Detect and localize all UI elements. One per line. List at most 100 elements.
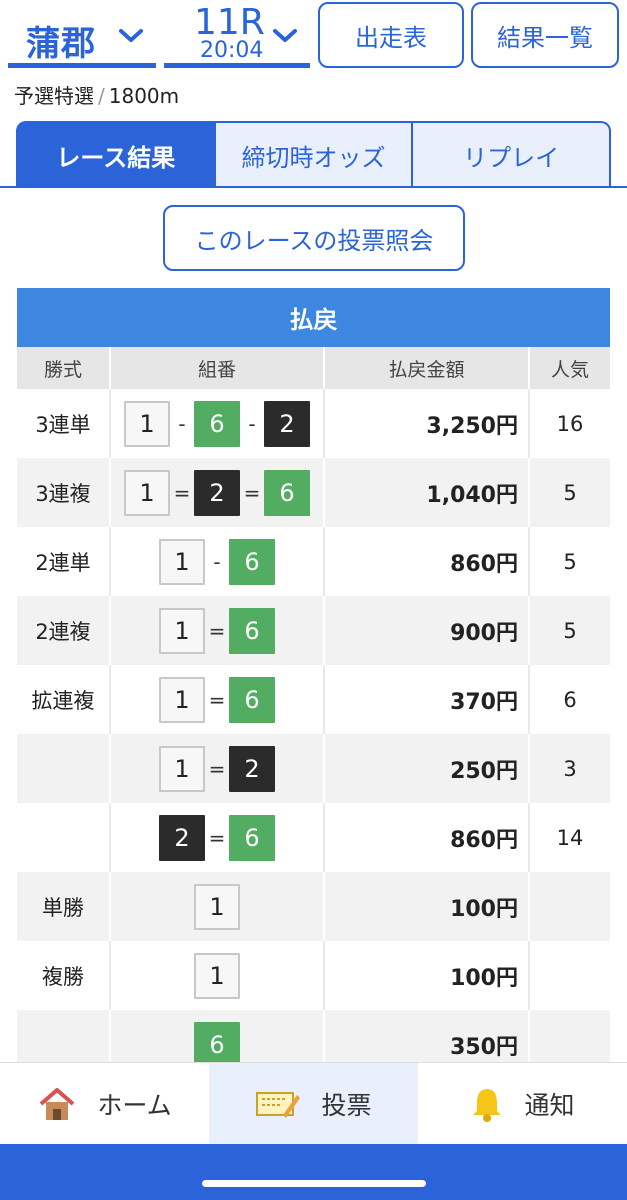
table-row: 3連複 1 = 2 = 6 1,040円 5 <box>17 458 610 527</box>
table-row: 拡連複 1 = 6 370円 6 <box>17 665 610 734</box>
race-selector[interactable]: 11R 20:04 <box>164 2 310 68</box>
nav-vote[interactable]: 投票 <box>209 1063 418 1144</box>
popularity <box>528 872 610 941</box>
bet-type: 2連複 <box>17 596 110 665</box>
race-distance: 1800m <box>108 84 180 108</box>
boat-number-badge: 6 <box>194 400 240 447</box>
combination: 1 = 2 <box>109 734 324 803</box>
boat-number-badge: 6 <box>229 538 275 585</box>
popularity <box>528 941 610 1010</box>
race-type: 予選特選 <box>14 84 94 108</box>
boat-number-badge: 2 <box>229 745 275 792</box>
header-popularity: 人気 <box>528 347 610 389</box>
header-payout-amount: 払戻金額 <box>323 347 529 389</box>
popularity: 16 <box>528 389 610 458</box>
boat-number-badge: 2 <box>264 400 310 447</box>
combination: 2 = 6 <box>109 803 324 872</box>
combo-separator: = <box>208 825 226 850</box>
tab-underline <box>0 186 627 188</box>
home-indicator[interactable] <box>202 1180 426 1187</box>
combo-separator: = <box>208 756 226 781</box>
tab-closing-odds[interactable]: 締切時オッズ <box>215 121 414 187</box>
bet-type <box>17 734 110 803</box>
table-row: 複勝 1 100円 <box>17 941 610 1010</box>
table-row: 2連複 1 = 6 900円 5 <box>17 596 610 665</box>
payout-amount: 100円 <box>323 872 529 941</box>
bet-type: 単勝 <box>17 872 110 941</box>
table-row: 単勝 1 100円 <box>17 872 610 941</box>
boat-number-badge: 1 <box>159 676 205 723</box>
payout-rows: 3連単 1-6-2 3,250円 16 3連複 1 = 2 = 6 1,040円 5 2連単 1-6 860… <box>17 389 610 1079</box>
bet-type: 3連単 <box>35 412 91 437</box>
payout-amount: 250円 <box>323 734 529 803</box>
boat-number-badge: 6 <box>229 814 275 861</box>
nav-vote-label: 投票 <box>321 1090 372 1120</box>
nav-notification[interactable]: 通知 <box>418 1063 627 1144</box>
combination: 1 <box>109 872 324 941</box>
combination: 1 = 6 <box>109 665 324 734</box>
chevron-down-icon <box>273 29 297 42</box>
chevron-down-icon <box>119 29 143 42</box>
race-info: 予選特選/1800m <box>14 80 179 109</box>
bet-type <box>17 803 110 872</box>
vote-inquiry-button[interactable]: このレースの投票照会 <box>163 205 465 271</box>
bottom-nav: ホーム 投票 通知 <box>0 1062 627 1144</box>
nav-home-label: ホーム <box>97 1090 172 1120</box>
combo-separator: = <box>208 618 226 643</box>
race-time: 20:04 <box>200 38 264 63</box>
system-bar <box>0 1144 627 1200</box>
combination: 1-6-2 <box>109 389 324 458</box>
header-combination: 組番 <box>109 347 324 389</box>
entry-list-button[interactable]: 出走表 <box>318 2 464 68</box>
combination: 1 = 6 <box>109 596 324 665</box>
popularity: 6 <box>528 665 610 734</box>
venue-name: 蒲郡 <box>26 24 96 64</box>
popularity: 5 <box>528 527 610 596</box>
bet-type: 2連単 <box>35 550 91 575</box>
table-row: 1 = 2 250円 3 <box>17 734 610 803</box>
tab-race-result[interactable]: レース結果 <box>16 121 216 187</box>
payout-amount: 860円 <box>323 527 529 596</box>
tab-replay[interactable]: リプレイ <box>413 121 612 187</box>
boat-number-badge: 2 <box>194 469 240 516</box>
table-header-row: 勝式 組番 払戻金額 人気 <box>17 347 610 389</box>
combo-separator: = <box>173 480 191 505</box>
boat-number-badge: 1 <box>159 745 205 792</box>
combo-separator: - <box>213 549 221 574</box>
separator: / <box>98 84 105 108</box>
nav-home[interactable]: ホーム <box>0 1063 209 1144</box>
header: 蒲郡 11R 20:04 出走表 結果一覧 <box>0 0 627 80</box>
boat-number-badge: 1 <box>159 607 205 654</box>
boat-number-badge: 1 <box>159 538 205 585</box>
combo-separator: = <box>243 480 261 505</box>
payout-title: 払戻 <box>17 288 610 347</box>
header-bet-type: 勝式 <box>17 347 110 389</box>
boat-number-badge: 1 <box>124 469 170 516</box>
ticket-pen-icon <box>256 1091 301 1118</box>
payout-amount: 1,040円 <box>323 458 529 527</box>
table-row: 2連単 1-6 860円 5 <box>17 527 610 596</box>
boat-number-badge: 6 <box>229 607 275 654</box>
race-number: 11R <box>194 2 265 43</box>
bet-type: 3連複 <box>17 458 110 527</box>
payout-amount: 3,250円 <box>323 389 529 458</box>
payout-amount: 370円 <box>323 665 529 734</box>
payout-amount: 900円 <box>323 596 529 665</box>
venue-selector[interactable]: 蒲郡 <box>8 6 156 68</box>
bet-type: 複勝 <box>42 964 84 989</box>
results-list-button[interactable]: 結果一覧 <box>471 2 619 68</box>
combo-separator: - <box>248 411 256 436</box>
boat-number-badge: 2 <box>159 814 205 861</box>
combo-separator: - <box>178 411 186 436</box>
boat-number-badge: 1 <box>124 400 170 447</box>
popularity: 5 <box>528 458 610 527</box>
boat-number-badge: 1 <box>194 952 240 999</box>
bet-type: 拡連複 <box>31 688 95 713</box>
payout-amount: 860円 <box>323 803 529 872</box>
combination: 1-6 <box>109 527 324 596</box>
table-row: 2 = 6 860円 14 <box>17 803 610 872</box>
popularity: 5 <box>528 596 610 665</box>
boat-number-badge: 6 <box>264 469 310 516</box>
boat-number-badge: 6 <box>194 1021 240 1068</box>
bell-icon <box>473 1088 502 1122</box>
